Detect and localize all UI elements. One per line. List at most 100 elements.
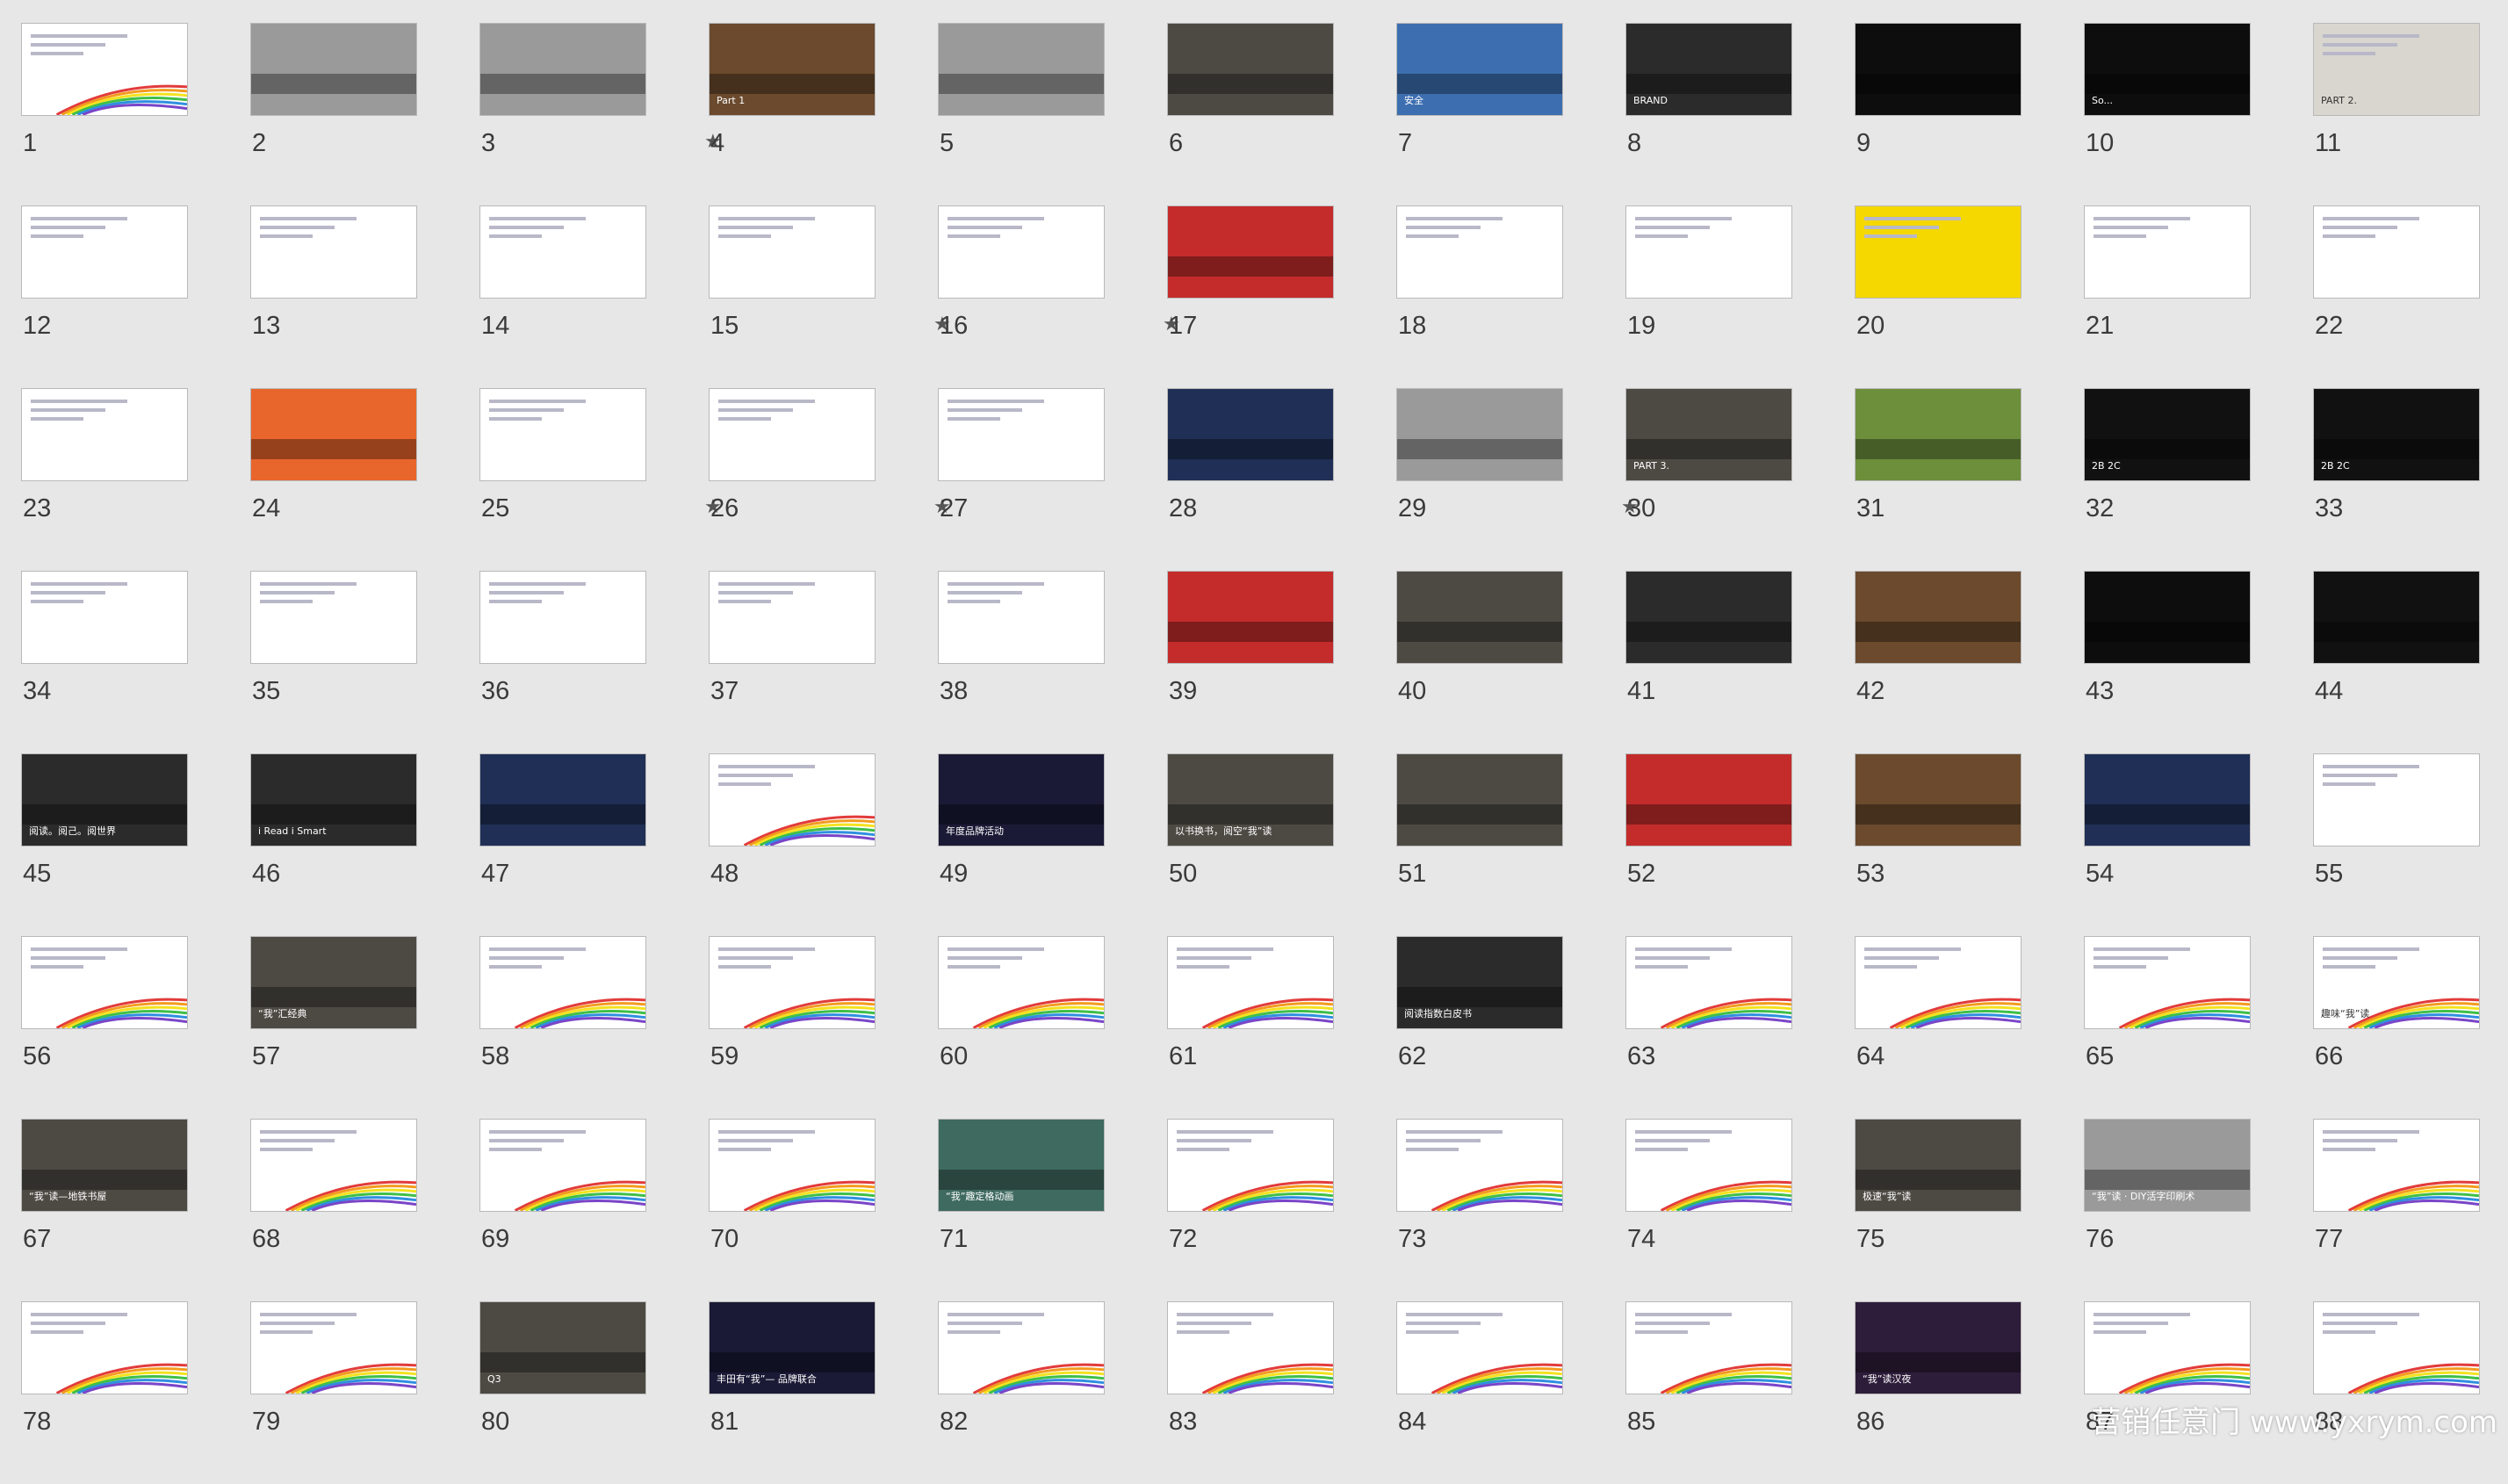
slide-thumbnail[interactable]: “我”汇经典 xyxy=(250,936,417,1029)
slide-cell[interactable]: 83 xyxy=(1167,1301,1395,1484)
slide-thumbnail[interactable] xyxy=(21,388,188,481)
slide-cell[interactable]: 70 xyxy=(709,1119,937,1301)
slide-cell[interactable]: “我”读—地铁书屋 67 xyxy=(21,1119,249,1301)
slide-cell[interactable]: 18 xyxy=(1396,205,1625,388)
slide-cell[interactable]: 77 xyxy=(2313,1119,2508,1301)
slide-cell[interactable]: 41 xyxy=(1625,571,1854,753)
slide-thumbnail[interactable] xyxy=(21,571,188,664)
slide-cell[interactable]: 72 xyxy=(1167,1119,1395,1301)
slide-thumbnail[interactable] xyxy=(938,205,1105,299)
slide-thumbnail[interactable] xyxy=(1396,388,1563,481)
slide-cell[interactable]: 42 xyxy=(1855,571,2083,753)
slide-thumbnail[interactable] xyxy=(479,753,646,846)
slide-thumbnail[interactable] xyxy=(2313,753,2480,846)
slide-thumbnail[interactable]: 阅读指数白皮书 xyxy=(1396,936,1563,1029)
slide-cell[interactable]: 44 xyxy=(2313,571,2508,753)
slide-cell[interactable]: 3 ★ xyxy=(479,23,722,205)
slide-thumbnail[interactable] xyxy=(2084,1301,2251,1394)
slide-thumbnail[interactable] xyxy=(1167,388,1334,481)
slide-cell[interactable]: 84 xyxy=(1396,1301,1625,1484)
slide-cell[interactable]: 48 xyxy=(709,753,937,936)
slide-thumbnail[interactable] xyxy=(2084,571,2251,664)
slide-thumbnail[interactable] xyxy=(1625,1119,1792,1212)
slide-thumbnail[interactable] xyxy=(1855,205,2022,299)
slide-cell[interactable]: 78 xyxy=(21,1301,249,1484)
slide-thumbnail[interactable] xyxy=(1625,936,1792,1029)
slide-thumbnail[interactable] xyxy=(250,205,417,299)
slide-cell[interactable]: 以书换书，阅空“我”读 50 xyxy=(1167,753,1395,936)
slide-cell[interactable]: 26 ★ xyxy=(709,388,951,571)
slide-cell[interactable]: 安全 7 xyxy=(1396,23,1625,205)
slide-thumbnail[interactable] xyxy=(479,205,646,299)
slide-cell[interactable]: 63 xyxy=(1625,936,1854,1119)
slide-cell[interactable]: 29 ★ xyxy=(1396,388,1639,571)
slide-cell[interactable]: 51 xyxy=(1396,753,1625,936)
slide-thumbnail[interactable] xyxy=(1855,23,2022,116)
slide-thumbnail[interactable] xyxy=(2084,936,2251,1029)
slide-cell[interactable]: 37 xyxy=(709,571,937,753)
slide-thumbnail[interactable]: 以书换书，阅空“我”读 xyxy=(1167,753,1334,846)
slide-thumbnail[interactable] xyxy=(1396,205,1563,299)
slide-thumbnail[interactable] xyxy=(1396,571,1563,664)
slide-thumbnail[interactable] xyxy=(1396,1119,1563,1212)
slide-thumbnail[interactable] xyxy=(1855,936,2022,1029)
slide-cell[interactable]: 61 xyxy=(1167,936,1395,1119)
slide-thumbnail[interactable] xyxy=(250,1301,417,1394)
slide-thumbnail[interactable] xyxy=(1167,936,1334,1029)
slide-thumbnail[interactable] xyxy=(21,936,188,1029)
slide-cell[interactable]: 28 xyxy=(1167,388,1395,571)
slide-thumbnail[interactable]: “我”趣定格动画 xyxy=(938,1119,1105,1212)
slide-cell[interactable]: 19 xyxy=(1625,205,1854,388)
slide-cell[interactable]: 丰田有“我”— 品牌联合 81 xyxy=(709,1301,937,1484)
slide-cell[interactable]: So... 10 xyxy=(2084,23,2312,205)
slide-thumbnail[interactable] xyxy=(709,388,876,481)
slide-cell[interactable]: 25 ★ xyxy=(479,388,722,571)
slide-thumbnail[interactable] xyxy=(1625,753,1792,846)
slide-thumbnail[interactable] xyxy=(938,936,1105,1029)
slide-thumbnail[interactable] xyxy=(250,388,417,481)
slide-cell[interactable]: 12 xyxy=(21,205,249,388)
slide-thumbnail[interactable] xyxy=(1167,23,1334,116)
slide-thumbnail[interactable]: 趣味“我”读 xyxy=(2313,936,2480,1029)
slide-cell[interactable]: 38 xyxy=(938,571,1166,753)
slide-thumbnail[interactable]: PART 3. xyxy=(1625,388,1792,481)
slide-thumbnail[interactable] xyxy=(2084,205,2251,299)
slide-thumbnail[interactable]: 阅读。阅己。阅世界 xyxy=(21,753,188,846)
slide-cell[interactable]: “我”汇经典 57 xyxy=(250,936,479,1119)
slide-thumbnail[interactable] xyxy=(1625,205,1792,299)
slide-cell[interactable]: 69 xyxy=(479,1119,708,1301)
slide-cell[interactable]: 27 xyxy=(938,388,1166,571)
slide-cell[interactable]: 24 xyxy=(250,388,479,571)
slide-thumbnail[interactable] xyxy=(709,1119,876,1212)
slide-cell[interactable]: 58 xyxy=(479,936,708,1119)
slide-cell[interactable]: 极速“我”读 75 xyxy=(1855,1119,2083,1301)
slide-thumbnail[interactable]: Part 1 xyxy=(709,23,876,116)
slide-cell[interactable]: 34 xyxy=(21,571,249,753)
slide-thumbnail[interactable] xyxy=(250,571,417,664)
slide-thumbnail[interactable] xyxy=(479,936,646,1029)
slide-cell[interactable]: 趣味“我”读 66 xyxy=(2313,936,2508,1119)
slide-thumbnail[interactable]: PART 2. xyxy=(2313,23,2480,116)
slide-cell[interactable]: 54 xyxy=(2084,753,2312,936)
slide-cell[interactable]: 74 xyxy=(1625,1119,1854,1301)
slide-thumbnail[interactable] xyxy=(21,23,188,116)
slide-cell[interactable]: 阅读。阅己。阅世界 45 xyxy=(21,753,249,936)
slide-cell[interactable]: 年度品牌活动 49 xyxy=(938,753,1166,936)
slide-cell[interactable]: 88 xyxy=(2313,1301,2508,1484)
slide-cell[interactable]: 87 xyxy=(2084,1301,2312,1484)
slide-thumbnail[interactable] xyxy=(21,1301,188,1394)
slide-cell[interactable]: 20 xyxy=(1855,205,2083,388)
slide-cell[interactable]: 阅读指数白皮书 62 xyxy=(1396,936,1625,1119)
slide-thumbnail[interactable] xyxy=(1855,388,2022,481)
slide-cell[interactable]: 5 xyxy=(938,23,1166,205)
slide-thumbnail[interactable]: BRAND xyxy=(1625,23,1792,116)
slide-cell[interactable]: 85 xyxy=(1625,1301,1854,1484)
slide-thumbnail[interactable] xyxy=(1167,571,1334,664)
slide-cell[interactable]: 82 xyxy=(938,1301,1166,1484)
slide-thumbnail[interactable]: “我”读—地铁书屋 xyxy=(21,1119,188,1212)
slide-cell[interactable]: 65 xyxy=(2084,936,2312,1119)
slide-cell[interactable]: 53 xyxy=(1855,753,2083,936)
slide-thumbnail[interactable] xyxy=(1396,1301,1563,1394)
slide-cell[interactable]: Part 1 4 xyxy=(709,23,937,205)
slide-cell[interactable]: 60 xyxy=(938,936,1166,1119)
